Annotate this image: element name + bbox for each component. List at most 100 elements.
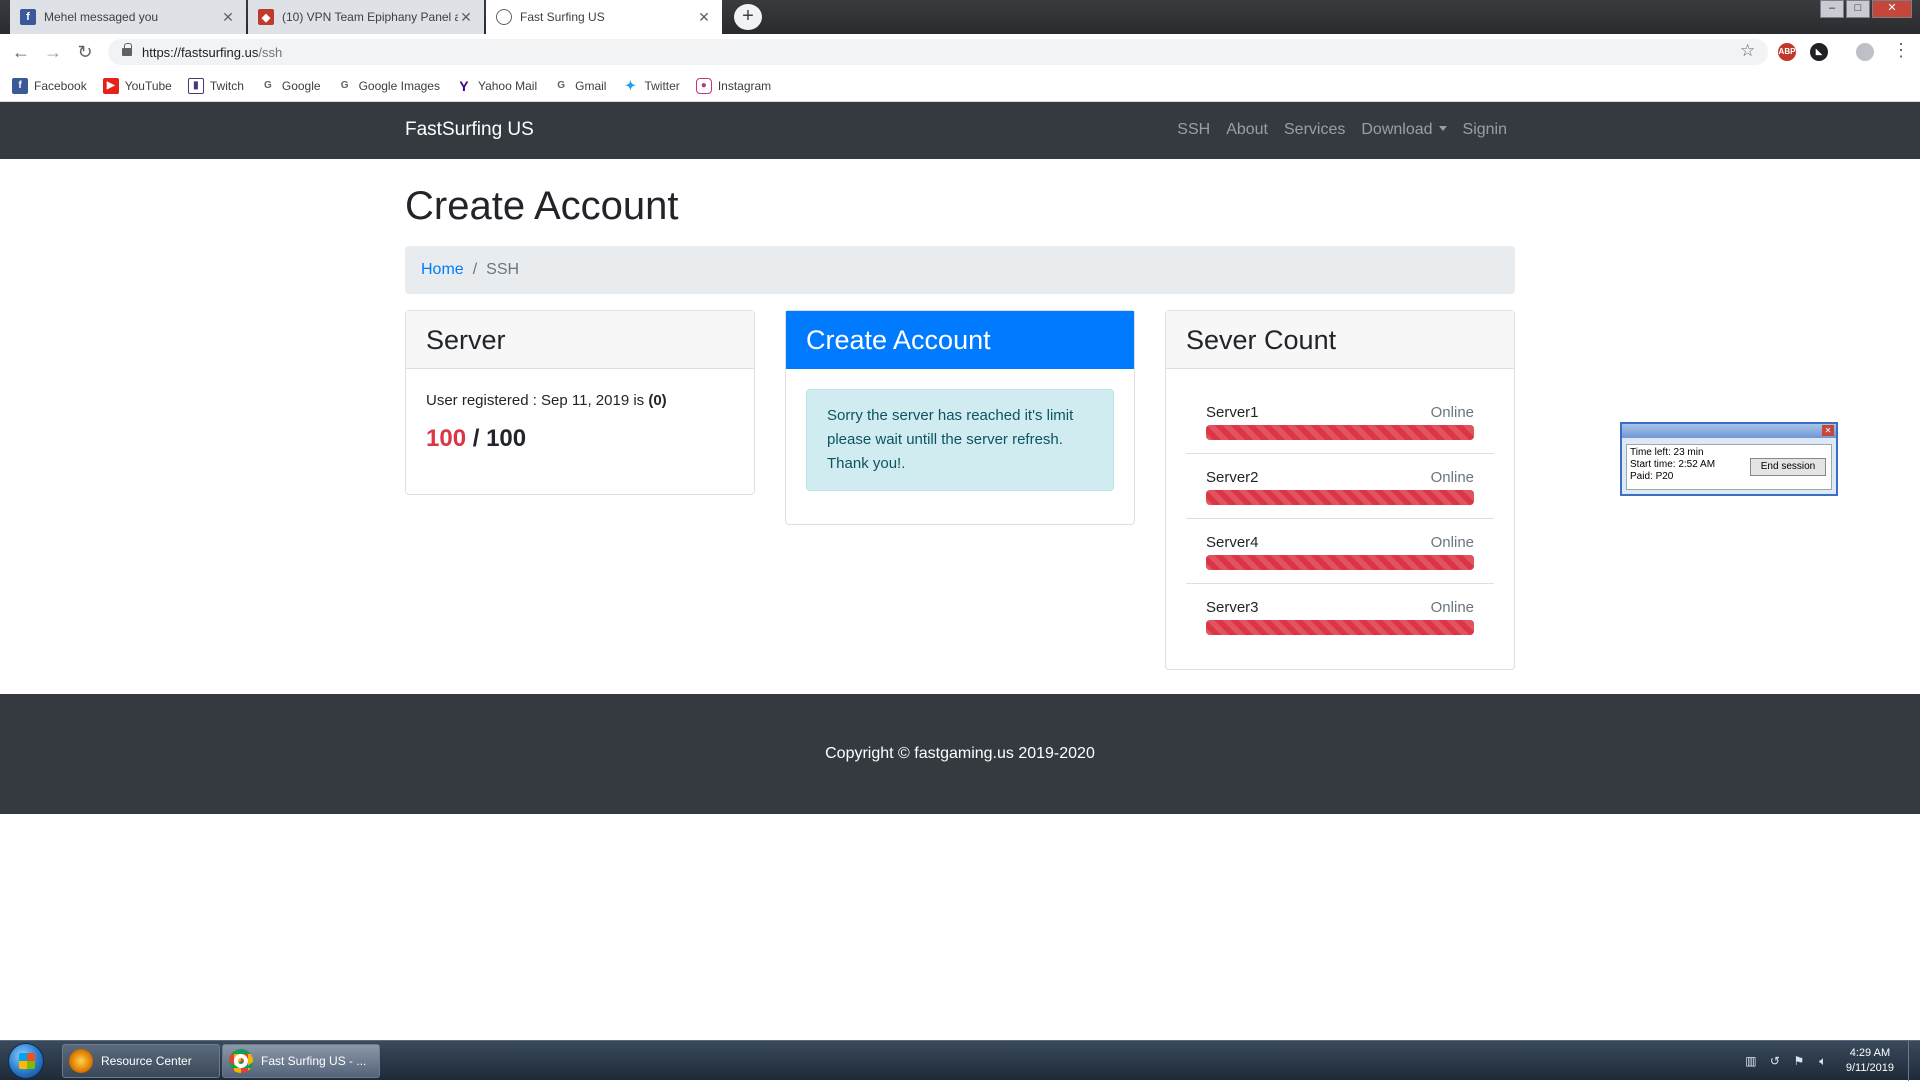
server-list: Server1 Online Server2 Online Server4 Onlin… <box>1166 369 1514 668</box>
taskbar-label: Fast Surfing US - ... <box>261 1054 367 1068</box>
start-button[interactable] <box>8 1043 44 1079</box>
close-icon[interactable]: ✕ <box>458 9 474 26</box>
breadcrumb: Home / SSH <box>405 246 1515 294</box>
server-name: Server3 <box>1206 599 1259 616</box>
nav-services[interactable]: Services <box>1284 121 1345 139</box>
tab-title: Fast Surfing US <box>520 10 605 24</box>
close-icon[interactable]: ✕ <box>1822 425 1834 436</box>
yahoo-icon: Y <box>455 77 472 94</box>
server-load-fill <box>1206 425 1474 440</box>
google-icon: G <box>336 77 353 94</box>
maximize-button[interactable]: □ <box>1846 0 1870 18</box>
bookmark-label: Facebook <box>34 78 87 93</box>
taskbar-item-resource-center[interactable]: Resource Center <box>62 1044 220 1078</box>
tab-facebook[interactable]: f Mehel messaged you ✕ <box>10 0 246 34</box>
system-tray: ▥ ↺ ⚑ 🔈︎ 4:29 AM 9/11/2019 <box>1744 1041 1920 1081</box>
sync-icon[interactable]: ↺ <box>1768 1054 1782 1068</box>
resource-center-icon <box>69 1049 93 1073</box>
nav-signin[interactable]: Signin <box>1463 121 1507 139</box>
bookmark-yahoo-mail[interactable]: Y Yahoo Mail <box>455 77 538 94</box>
bookmark-google[interactable]: G Google <box>259 77 321 94</box>
new-tab-button[interactable]: + <box>734 4 762 30</box>
bookmark-google-images[interactable]: G Google Images <box>336 77 440 94</box>
browser-tabstrip: f Mehel messaged you ✕ ◆ (10) VPN Team E… <box>0 0 1920 34</box>
instagram-icon: ● <box>695 77 712 94</box>
bookmark-youtube[interactable]: ▶ YouTube <box>102 77 172 94</box>
minimize-button[interactable]: – <box>1820 0 1844 18</box>
adblock-icon[interactable]: ABP <box>1778 43 1796 61</box>
nav-about[interactable]: About <box>1226 121 1268 139</box>
server-load-fill <box>1206 555 1474 570</box>
create-account-header: Create Account <box>786 311 1134 369</box>
nav-download[interactable]: Download <box>1361 121 1447 139</box>
server-status: Online <box>1430 404 1474 421</box>
taskbar: Resource Center Fast Surfing US - ... ▥ … <box>0 1040 1920 1081</box>
server-load-fill <box>1206 620 1474 635</box>
tab-vpn-panel[interactable]: ◆ (10) VPN Team Epiphany Panel a ✕ <box>248 0 484 34</box>
timer-titlebar[interactable]: ✕ <box>1622 424 1836 438</box>
address-bar[interactable]: https://fastsurfing.us/ssh <box>108 39 1768 65</box>
volume-icon[interactable]: 🔈︎ <box>1816 1054 1830 1068</box>
bookmark-twitch[interactable]: ▮ Twitch <box>187 77 244 94</box>
end-session-button[interactable]: End session <box>1750 458 1826 476</box>
flag-icon[interactable]: ⚑ <box>1792 1054 1806 1068</box>
bookmarks-bar: f Facebook ▶ YouTube ▮ Twitch G Google G… <box>0 70 1920 102</box>
timer-body: Time left: 23 min Start time: 2:52 AM Pa… <box>1626 444 1832 490</box>
bookmark-label: YouTube <box>124 78 172 93</box>
extension-icon[interactable]: ◣ <box>1810 43 1828 61</box>
youtube-icon: ▶ <box>102 77 119 94</box>
server-count-card: Sever Count Server1 Online Server2 Online … <box>1165 310 1515 670</box>
chrome-icon <box>229 1049 253 1073</box>
nav-download-label: Download <box>1361 121 1433 138</box>
create-account-card: Create Account Sorry the server has reac… <box>785 310 1135 525</box>
close-icon[interactable]: ✕ <box>220 9 236 26</box>
back-icon[interactable]: ← <box>10 41 32 63</box>
tab-fast-surfing[interactable]: Fast Surfing US ✕ <box>486 0 722 34</box>
server-load-bar <box>1206 620 1474 635</box>
reload-icon[interactable]: ↻ <box>74 41 96 63</box>
bookmark-gmail[interactable]: G Gmail <box>553 77 607 94</box>
lock-icon <box>122 43 132 56</box>
page-title: Create Account <box>405 184 679 228</box>
bookmark-instagram[interactable]: ● Instagram <box>695 77 772 94</box>
forward-icon[interactable]: → <box>42 41 64 63</box>
site-footer: Copyright © fastgaming.us 2019-2020 <box>0 694 1920 814</box>
close-icon[interactable]: ✕ <box>696 9 712 26</box>
site-brand[interactable]: FastSurfing US <box>405 119 534 141</box>
bookmark-label: Google Images <box>358 78 440 93</box>
server-status: Online <box>1430 534 1474 551</box>
bookmark-facebook[interactable]: f Facebook <box>12 77 87 94</box>
network-icon[interactable]: ▥ <box>1744 1054 1758 1068</box>
bookmark-label: Gmail <box>575 78 607 93</box>
show-desktop-button[interactable] <box>1908 1041 1920 1081</box>
twitch-icon: ▮ <box>187 77 204 94</box>
server-name: Server2 <box>1206 469 1259 486</box>
user-count: 100 / 100 <box>426 425 734 453</box>
nav-ssh[interactable]: SSH <box>1177 121 1210 139</box>
menu-icon[interactable]: ⋮ <box>1892 40 1910 61</box>
shield-icon: ◆ <box>258 9 274 25</box>
used-count: 100 <box>426 425 467 452</box>
bookmark-label: Twitter <box>644 78 680 93</box>
google-icon: G <box>553 77 570 94</box>
server-load-bar <box>1206 555 1474 570</box>
bookmark-label: Instagram <box>717 78 772 93</box>
taskbar-item-chrome[interactable]: Fast Surfing US - ... <box>222 1044 380 1078</box>
registered-label: User registered : Sep 11, 2019 is <box>426 392 649 409</box>
server-status: Online <box>1430 469 1474 486</box>
windows-logo-icon <box>19 1053 35 1069</box>
breadcrumb-home[interactable]: Home <box>421 261 464 279</box>
bookmark-twitter[interactable]: ✦ Twitter <box>622 77 680 94</box>
clock-time: 4:29 AM <box>1849 1047 1891 1059</box>
profile-avatar-icon[interactable] <box>1856 43 1874 61</box>
list-item: Server3 Online <box>1186 584 1494 648</box>
server-load-bar <box>1206 425 1474 440</box>
google-icon: G <box>259 77 276 94</box>
bookmark-star-icon[interactable]: ☆ <box>1740 41 1755 61</box>
bookmark-label: Google <box>281 78 321 93</box>
bookmark-label: Twitch <box>209 78 244 93</box>
bookmark-label: Yahoo Mail <box>477 78 538 93</box>
site-navbar: FastSurfing US SSH About Services Downlo… <box>0 102 1920 159</box>
clock[interactable]: 4:29 AM 9/11/2019 <box>1846 1046 1894 1076</box>
close-window-button[interactable]: ✕ <box>1872 0 1912 18</box>
